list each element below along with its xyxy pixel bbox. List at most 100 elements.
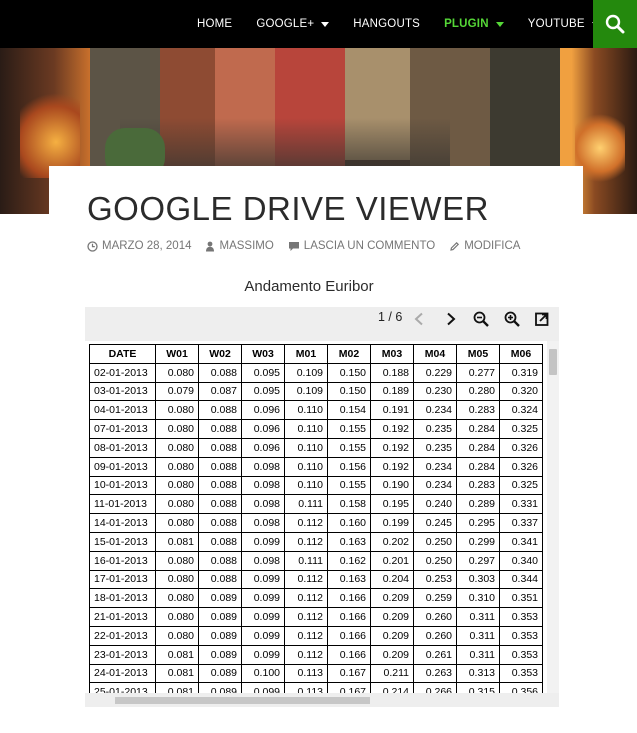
vertical-scroll-thumb[interactable] [549,349,557,375]
rate-cell: 0.166 [327,588,371,609]
rate-cell: 0.080 [155,569,199,590]
horizontal-scroll-thumb[interactable] [115,697,370,704]
rate-cell: 0.353 [499,644,543,665]
rate-cell: 0.166 [327,625,371,646]
rate-cell: 0.356 [499,682,543,693]
rate-cell: 0.344 [499,569,543,590]
chevron-down-icon [495,22,504,27]
pencil-icon [449,241,460,252]
rate-cell: 0.110 [284,400,328,421]
rate-cell: 0.353 [499,663,543,684]
rate-cell: 0.080 [155,550,199,571]
post-author[interactable]: MASSIMO [205,240,274,252]
prev-page-button[interactable] [409,309,429,329]
date-cell: 02-01-2013 [89,362,156,383]
rate-cell: 0.154 [327,400,371,421]
rate-cell: 0.319 [499,362,543,383]
search-button[interactable] [593,0,637,48]
rate-cell: 0.326 [499,456,543,477]
search-icon [605,14,625,34]
rate-cell: 0.156 [327,456,371,477]
zoom-out-icon [473,311,489,327]
rate-cell: 0.192 [370,419,414,439]
horizontal-scrollbar[interactable] [85,693,559,707]
rate-cell: 0.320 [499,381,543,402]
rate-cell: 0.099 [241,644,285,665]
rate-cell: 0.331 [499,494,543,515]
table-row: 25-01-2013 0.081 0.089 0.099 0.113 0.167 0.214… [89,682,543,693]
post-edit[interactable]: MODIFICA [449,240,520,252]
zoom-out-button[interactable] [471,309,491,329]
rate-cell: 0.234 [413,400,457,421]
column-header: DATE [89,344,156,364]
rate-cell: 0.190 [370,475,414,496]
rate-cell: 0.235 [413,419,457,439]
table-row: 21-01-2013 0.080 0.089 0.099 0.112 0.166 0.209… [89,607,543,627]
rate-cell: 0.110 [284,419,328,439]
rate-cell: 0.311 [456,625,500,646]
rate-cell: 0.110 [284,437,328,458]
rate-cell: 0.192 [370,456,414,477]
rate-cell: 0.250 [413,550,457,571]
table-row: 17-01-2013 0.080 0.088 0.099 0.112 0.163 0.204… [89,569,543,590]
post-author-link[interactable]: MASSIMO [219,240,273,252]
table-row: 08-01-2013 0.080 0.088 0.096 0.110 0.155 0.192… [89,437,543,458]
rate-cell: 0.214 [370,682,414,693]
rate-cell: 0.099 [241,682,285,693]
zoom-in-button[interactable] [502,309,522,329]
rate-cell: 0.080 [155,437,199,458]
rate-cell: 0.337 [499,513,543,533]
date-cell: 11-01-2013 [89,494,156,515]
rate-cell: 0.325 [499,419,543,439]
nav-item-hangouts[interactable]: HANGOUTS [341,0,432,48]
rate-cell: 0.209 [370,625,414,646]
post-date[interactable]: MARZO 28, 2014 [87,240,191,252]
rate-cell: 0.295 [456,513,500,533]
nav-item-plugin[interactable]: PLUGIN [432,0,516,48]
next-page-button[interactable] [441,309,461,329]
table-row: 23-01-2013 0.081 0.089 0.099 0.112 0.166 0.209… [89,644,543,665]
table-row: 24-01-2013 0.081 0.089 0.100 0.113 0.167 0.211… [89,663,543,684]
rate-cell: 0.098 [241,456,285,477]
rate-cell: 0.088 [198,456,242,477]
vertical-scrollbar[interactable] [547,341,559,693]
date-cell: 18-01-2013 [89,588,156,609]
document-viewer[interactable]: 1 / 6 DATE W01 W02 W03 M01 M02 M03 M04 M05 M06 02… [85,307,559,707]
post-date-link[interactable]: MARZO 28, 2014 [102,240,191,252]
rate-cell: 0.234 [413,456,457,477]
rate-cell: 0.155 [327,419,371,439]
next-page-icon [447,312,456,326]
nav-item-google[interactable]: GOOGLE+ [244,0,341,48]
rate-cell: 0.088 [198,362,242,383]
rate-cell: 0.209 [370,607,414,627]
rate-cell: 0.260 [413,625,457,646]
table-row: 02-01-2013 0.080 0.088 0.095 0.109 0.150 0.188… [89,362,543,383]
rate-cell: 0.089 [198,625,242,646]
edit-link[interactable]: MODIFICA [464,240,520,252]
date-cell: 22-01-2013 [89,625,156,646]
date-cell: 08-01-2013 [89,437,156,458]
rate-cell: 0.081 [155,682,199,693]
rate-cell: 0.299 [456,531,500,552]
date-cell: 07-01-2013 [89,419,156,439]
rate-cell: 0.088 [198,513,242,533]
open-external-icon [535,312,549,326]
rate-cell: 0.096 [241,419,285,439]
rate-cell: 0.266 [413,682,457,693]
open-external-button[interactable] [532,309,552,329]
post-title: GOOGLE DRIVE VIEWER [87,190,489,227]
post-meta: MARZO 28, 2014 MASSIMO LASCIA UN COMMENT… [87,240,534,252]
rate-cell: 0.098 [241,513,285,533]
rate-cell: 0.089 [198,682,242,693]
nav-item-home[interactable]: HOME [185,0,244,48]
rate-cell: 0.112 [284,569,328,590]
rate-cell: 0.245 [413,513,457,533]
leave-comment-link[interactable]: LASCIA UN COMMENTO [304,240,435,252]
post-comment[interactable]: LASCIA UN COMMENTO [288,240,435,252]
column-header: M04 [413,344,457,364]
rate-cell: 0.080 [155,400,199,421]
date-cell: 17-01-2013 [89,569,156,590]
euribor-table: DATE W01 W02 W03 M01 M02 M03 M04 M05 M06 02-01-20… [89,344,543,693]
date-cell: 15-01-2013 [89,531,156,552]
user-icon [205,241,215,252]
